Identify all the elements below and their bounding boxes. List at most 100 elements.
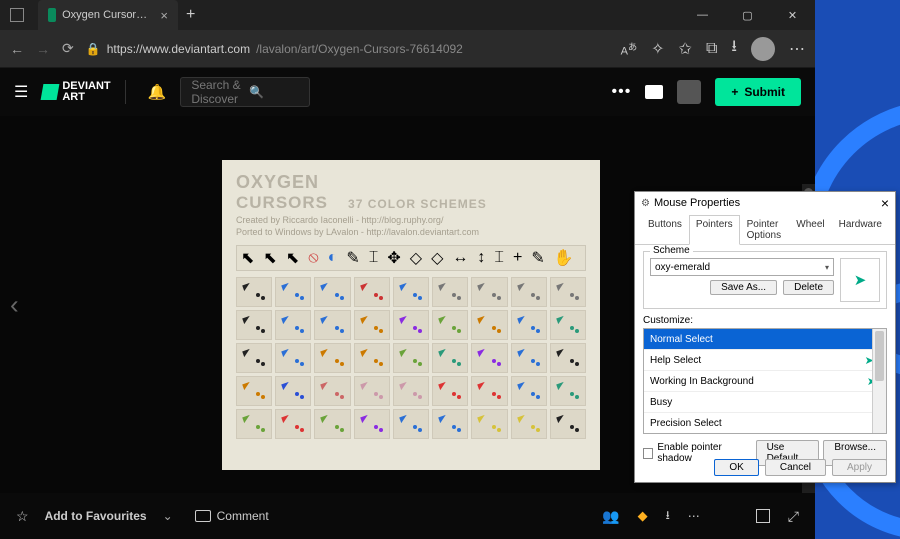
pointer-list-item[interactable]: Working In Background➤• [644,371,886,392]
cursor-swatch [393,343,429,373]
dialog-tab-pointer-options[interactable]: Pointer Options [740,215,790,245]
tab-manager-icon[interactable] [10,8,24,22]
dialog-tab-pointers[interactable]: Pointers [689,215,740,245]
close-window-button[interactable]: ✕ [770,0,815,30]
logo-mark-icon [41,84,60,100]
back-button[interactable]: ← [10,41,24,57]
pointer-list-item[interactable]: Help Select➤? [644,350,886,371]
scheme-value: oxy-emerald [655,262,710,273]
tab-close-icon[interactable]: × [160,8,168,23]
preview-cursor-icon: ➤ [854,271,867,289]
dialog-close-button[interactable]: × [881,195,889,211]
logo-text-2: ART [62,92,110,103]
shadow-checkbox[interactable] [643,448,653,459]
chat-icon[interactable] [645,85,663,99]
pointer-list-item[interactable]: Busy•• [644,392,886,413]
group-icon[interactable]: 👥 [602,508,619,525]
pointer-item-label: Busy [650,397,672,408]
site-logo[interactable]: DEVIANT ART [42,81,110,103]
fav-chevron-icon[interactable]: ⌄ [163,509,173,523]
menu-icon[interactable]: ☰ [14,82,28,102]
pointer-list-item[interactable]: Normal Select➤ [644,329,886,350]
comment-button[interactable]: Comment [195,509,269,523]
notifications-icon[interactable]: 🔔 [148,83,167,101]
cursor-swatch [432,343,468,373]
cursor-swatch [511,343,547,373]
cursor-swatch [550,343,586,373]
cursor-swatch [275,343,311,373]
cursor-swatch [432,409,468,439]
cursor-swatch [393,310,429,340]
maximize-button[interactable]: ▢ [725,0,770,30]
refresh-button[interactable]: ⟳ [62,40,74,57]
artwork-image[interactable]: Oxygen Cursors 37 color schemes Created … [222,160,600,470]
pointer-item-label: Precision Select [650,418,722,429]
gear-icon: ⚙ [641,198,650,209]
download-icon[interactable]: ⭳ [666,506,670,527]
dialog-tab-wheel[interactable]: Wheel [789,215,831,245]
more-icon[interactable]: ⋯ [789,39,805,59]
expand-icon[interactable]: ⤢ [788,508,799,525]
artwork-subtitle: 37 color schemes [348,197,487,211]
cursor-swatch [354,376,390,406]
prev-arrow-icon[interactable]: ‹ [10,289,19,320]
pointer-list-item[interactable]: Precision Select+ [644,413,886,434]
cursor-swatch [393,376,429,406]
collapse-icon[interactable] [756,509,770,523]
cursor-swatch [511,409,547,439]
scheme-legend: Scheme [650,245,693,256]
forward-button[interactable]: → [36,41,50,57]
browser-tab[interactable]: Oxygen Cursors by LAvalon on × [38,0,178,30]
cursor-swatch [471,277,507,307]
dialog-titlebar[interactable]: ⚙ Mouse Properties × [635,192,895,214]
dialog-title: Mouse Properties [654,197,740,209]
cursor-swatch [314,409,350,439]
header-more-icon[interactable]: ••• [612,83,632,101]
pointer-listbox[interactable]: Normal Select➤Help Select➤?Working In Ba… [643,328,887,434]
cursor-swatch [432,277,468,307]
dialog-tab-hardware[interactable]: Hardware [832,215,889,245]
user-avatar[interactable] [677,80,701,104]
read-aloud-icon[interactable]: ✧ [651,39,664,59]
submit-button[interactable]: + Submit [715,78,801,106]
cursor-preview: ➤ [840,258,880,302]
cursor-swatch [314,343,350,373]
new-tab-button[interactable]: + [178,6,203,24]
dialog-tab-buttons[interactable]: Buttons [641,215,689,245]
apply-button[interactable]: Apply [832,459,887,476]
search-input[interactable]: Search & Discover 🔍 [180,77,310,107]
cursor-swatch [432,376,468,406]
bottom-more-icon[interactable]: ⋯ [688,509,700,523]
add-favourites-button[interactable]: Add to Favourites [45,509,147,523]
cursor-swatch [275,277,311,307]
cursor-grid [236,277,586,439]
url-box[interactable]: 🔒 https://www.deviantart.com/lavalon/art… [86,42,609,56]
cursor-swatch [432,310,468,340]
star-icon[interactable]: ☆ [16,508,29,525]
artwork-title-1: Oxygen [236,172,586,193]
scheme-combobox[interactable]: oxy-emerald ▾ [650,258,834,276]
list-scrollbar[interactable] [872,329,886,433]
favorites-icon[interactable]: ✩ [679,39,692,59]
ok-button[interactable]: OK [714,459,758,476]
minimize-button[interactable]: — [680,0,725,30]
cursor-swatch [471,376,507,406]
search-placeholder: Search & Discover [191,78,241,106]
scheme-fieldset: Scheme oxy-emerald ▾ Save As... Delete ➤ [643,251,887,309]
artwork-meta-2: Ported to Windows by LAvalon - http://la… [236,227,586,237]
chevron-down-icon: ▾ [825,263,829,272]
cancel-button[interactable]: Cancel [765,459,826,476]
profile-avatar[interactable] [751,37,775,61]
downloads-icon[interactable]: ⭳ [731,35,737,62]
save-as-button[interactable]: Save As... [710,280,777,295]
collections-icon[interactable]: ⧉ [706,40,717,58]
text-size-icon[interactable]: Aあ [621,39,638,58]
lock-icon: 🔒 [86,42,101,56]
diamond-icon[interactable]: ◆ [638,508,648,524]
pointer-item-label: Normal Select [650,334,713,345]
search-icon: 🔍 [249,85,299,99]
cursor-swatch [550,277,586,307]
customize-label: Customize: [643,315,887,326]
cursor-swatch [314,376,350,406]
delete-button[interactable]: Delete [783,280,834,295]
